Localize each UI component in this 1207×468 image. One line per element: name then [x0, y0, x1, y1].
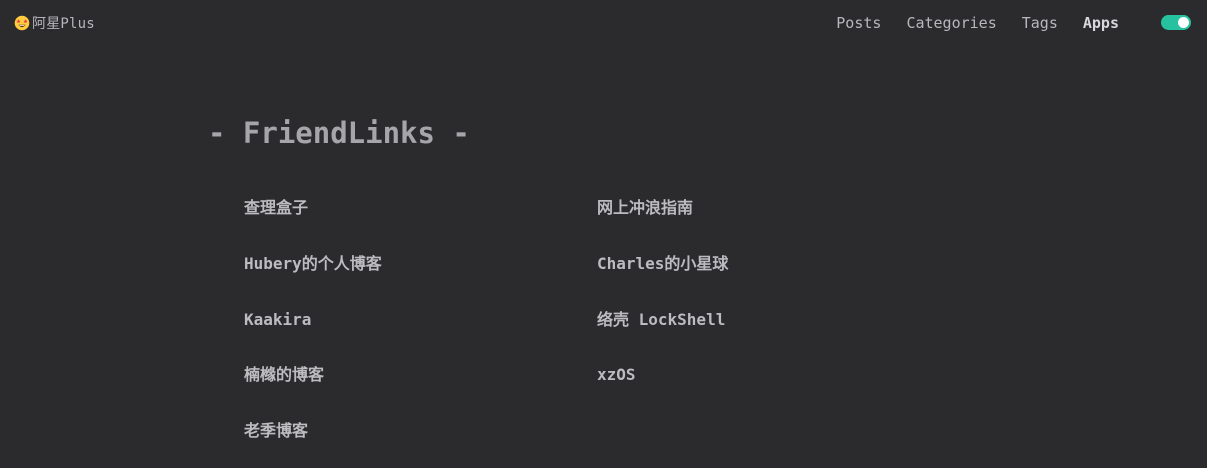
- friend-link[interactable]: Kaakira: [244, 308, 311, 332]
- main-content: - FriendLinks - 查理盒子 网上冲浪指南 Hubery的个人博客 …: [0, 0, 1207, 468]
- friend-link[interactable]: 络壳 LockShell: [597, 308, 725, 332]
- friend-link[interactable]: 楠橼的博客: [244, 363, 324, 387]
- page-title: - FriendLinks -: [208, 116, 470, 150]
- friend-link[interactable]: 查理盒子: [244, 196, 308, 220]
- friend-link[interactable]: xzOS: [597, 363, 636, 387]
- friend-link[interactable]: Charles的小星球: [597, 252, 728, 276]
- friend-link[interactable]: 网上冲浪指南: [597, 196, 693, 220]
- friend-link[interactable]: Hubery的个人博客: [244, 252, 382, 276]
- friend-link[interactable]: 老季博客: [244, 419, 308, 443]
